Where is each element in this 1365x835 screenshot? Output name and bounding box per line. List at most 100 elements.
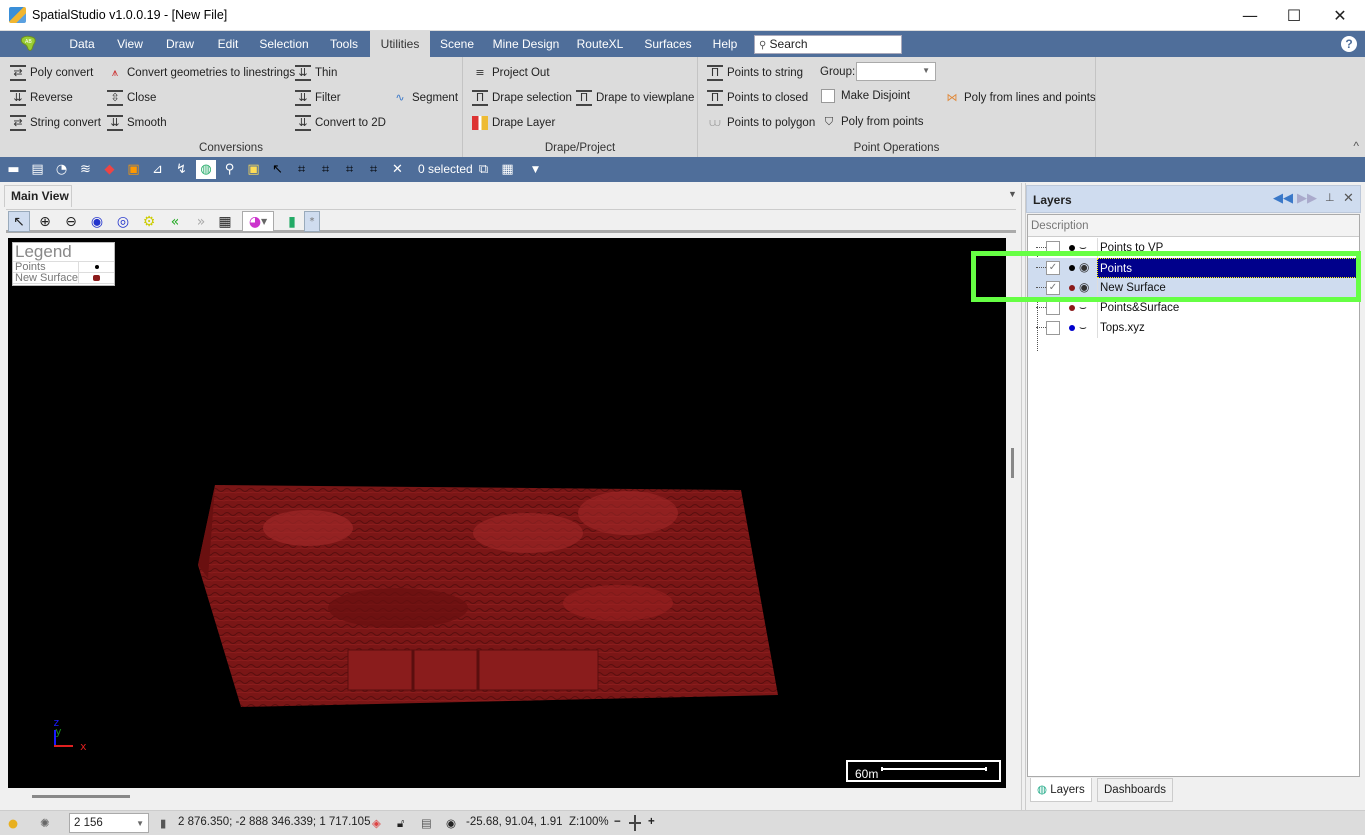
search-input[interactable]: ⚲ Search: [754, 35, 902, 54]
menu-selection[interactable]: Selection: [254, 31, 314, 57]
close-panel-icon[interactable]: ✕: [1343, 191, 1354, 206]
eye-open-icon[interactable]: ◉: [1079, 260, 1089, 274]
pinecone-icon[interactable]: ✺: [40, 816, 50, 830]
globe-view-icon[interactable]: ◉: [86, 211, 108, 232]
select-add-icon[interactable]: ⌗: [293, 161, 310, 178]
bookmark-icon[interactable]: ▮: [281, 211, 303, 232]
asterisk-toggle[interactable]: *: [304, 211, 320, 232]
notes-icon[interactable]: ▤: [421, 816, 432, 830]
palette-icon[interactable]: ◔: [53, 161, 70, 178]
segment-button[interactable]: ∿ Segment: [392, 88, 458, 108]
layer-checkbox[interactable]: ✓: [1046, 281, 1060, 295]
eye-closed-icon[interactable]: ⌣: [1079, 320, 1087, 335]
poly-from-points-button[interactable]: ⛉ Poly from points: [821, 112, 924, 132]
menu-routexl[interactable]: RouteXL: [574, 31, 626, 57]
zoom-slider[interactable]: [629, 815, 641, 831]
layer-row-new-surface[interactable]: ✓ ◉ New Surface: [1028, 278, 1359, 298]
tab-dashboards[interactable]: Dashboards: [1097, 778, 1174, 802]
menu-data[interactable]: Data: [60, 31, 104, 57]
menu-draw[interactable]: Draw: [158, 31, 202, 57]
checkbox-box[interactable]: [821, 89, 835, 103]
collapse-ribbon-icon[interactable]: ^: [1353, 139, 1359, 153]
layer-checkbox[interactable]: [1046, 241, 1060, 255]
menu-view[interactable]: View: [110, 31, 150, 57]
convert-to-2d-button[interactable]: ⇊ Convert to 2D: [295, 113, 386, 133]
axis-icon[interactable]: ↯: [173, 161, 190, 178]
points-to-string-button[interactable]: Π Points to string: [707, 63, 803, 83]
collapse-left-icon[interactable]: ◀◀: [1273, 191, 1293, 206]
poly-from-lines-points-button[interactable]: ⋈ Poly from lines and points: [944, 88, 1096, 108]
pin-icon[interactable]: ⊥: [1325, 191, 1335, 204]
make-disjoint-checkbox[interactable]: Make Disjoint: [821, 86, 910, 106]
layers-stack-icon[interactable]: ≋: [77, 161, 94, 178]
group-select[interactable]: ▼: [856, 62, 936, 81]
menu-utilities[interactable]: Utilities: [370, 31, 430, 57]
tab-dropdown-icon[interactable]: ▼: [1008, 189, 1017, 199]
copy-selection-icon[interactable]: ⧉: [475, 161, 492, 178]
project-out-button[interactable]: ≡ Project Out: [472, 63, 549, 83]
vertical-scrollbar[interactable]: [1011, 448, 1014, 478]
menu-edit[interactable]: Edit: [208, 31, 248, 57]
expand-right-icon[interactable]: ▶▶: [1297, 191, 1317, 206]
menu-tools[interactable]: Tools: [322, 31, 366, 57]
angle-measure-icon[interactable]: ⊿: [149, 161, 166, 178]
zoom-in-icon[interactable]: ⊕: [34, 211, 56, 232]
poly-convert-button[interactable]: ⇄ Poly convert: [10, 63, 93, 83]
pointer-tool-icon[interactable]: ↖: [8, 211, 30, 232]
eye-closed-icon[interactable]: ⌣: [1079, 240, 1087, 255]
next-view-icon[interactable]: »: [190, 211, 212, 232]
minimize-button[interactable]: —: [1227, 0, 1273, 31]
drape-selection-button[interactable]: Π Drape selection: [472, 88, 572, 108]
unlock-icon[interactable]: 🔓︎: [397, 816, 404, 831]
scale-select[interactable]: 2 156 ▼: [69, 813, 149, 833]
globe-icon[interactable]: ◍: [196, 160, 216, 179]
menu-scene[interactable]: Scene: [436, 31, 478, 57]
globe-extent-icon[interactable]: ◎: [112, 211, 134, 232]
zoom-in-button[interactable]: +: [648, 816, 655, 828]
zoom-out-button[interactable]: −: [614, 816, 621, 828]
menu-surfaces[interactable]: Surfaces: [640, 31, 696, 57]
layer-row-points-surface[interactable]: ⌣ Points&Surface: [1028, 298, 1359, 318]
help-icon[interactable]: ?: [1341, 36, 1357, 52]
layer-row-tops-xyz[interactable]: ⌣ Tops.xyz: [1028, 318, 1359, 338]
catalog-icon[interactable]: ▤: [29, 161, 46, 178]
layer-row-points[interactable]: ✓ ◉ Points: [1028, 258, 1359, 278]
horizontal-scrollbar[interactable]: [32, 795, 130, 798]
open-folder-icon[interactable]: ▬: [5, 161, 22, 178]
points-to-closed-button[interactable]: Π Points to closed: [707, 88, 808, 108]
layer-checkbox[interactable]: [1046, 321, 1060, 335]
drape-layer-button[interactable]: Drape Layer: [472, 113, 555, 133]
settings-gear-icon[interactable]: ⚙: [138, 211, 160, 232]
column-header-description[interactable]: Description: [1028, 215, 1359, 237]
layer-checkbox[interactable]: [1046, 301, 1060, 315]
close-button[interactable]: ✕: [1317, 0, 1363, 31]
select-poly-icon[interactable]: ⌗: [341, 161, 358, 178]
select-circle-icon[interactable]: ⌗: [317, 161, 334, 178]
color-scheme-dropdown[interactable]: ◕ ▼: [242, 211, 274, 232]
reverse-button[interactable]: ⇊ Reverse: [10, 88, 73, 108]
string-convert-button[interactable]: ⇄ String convert: [10, 113, 101, 133]
3d-viewport[interactable]: Legend Points New Surface z y x 60m: [8, 238, 1006, 788]
toolbar-overflow-icon[interactable]: ▼: [527, 161, 544, 178]
eye-open-icon[interactable]: ◉: [1079, 280, 1089, 294]
frame-icon[interactable]: ▣: [245, 161, 262, 178]
smooth-button[interactable]: ⇊ Smooth: [107, 113, 167, 133]
africa-logo-icon[interactable]: AB: [18, 35, 40, 53]
table-icon[interactable]: ▦: [499, 161, 516, 178]
layer-row-points-to-vp[interactable]: ⌣ Points to VP: [1028, 238, 1359, 258]
menu-mine-design[interactable]: Mine Design: [490, 31, 562, 57]
previous-view-icon[interactable]: «: [164, 211, 186, 232]
clear-selection-icon[interactable]: ✕: [389, 161, 406, 178]
tab-layers[interactable]: ◍ Layers: [1030, 778, 1092, 802]
drape-to-viewplane-button[interactable]: Π Drape to viewplane: [576, 88, 694, 108]
select-point-icon[interactable]: ↖: [269, 161, 286, 178]
zoom-out-icon[interactable]: ⊖: [60, 211, 82, 232]
close-button-ribbon[interactable]: ⇳ Close: [107, 88, 156, 108]
thin-button[interactable]: ⇊ Thin: [295, 63, 337, 83]
filter-button[interactable]: ⇊ Filter: [295, 88, 341, 108]
layer-checkbox[interactable]: ✓: [1046, 261, 1060, 275]
select-remove-icon[interactable]: ⌗: [365, 161, 382, 178]
maximize-button[interactable]: ☐: [1271, 0, 1317, 31]
bing-icon[interactable]: ▣: [125, 161, 142, 178]
menu-help[interactable]: Help: [708, 31, 742, 57]
